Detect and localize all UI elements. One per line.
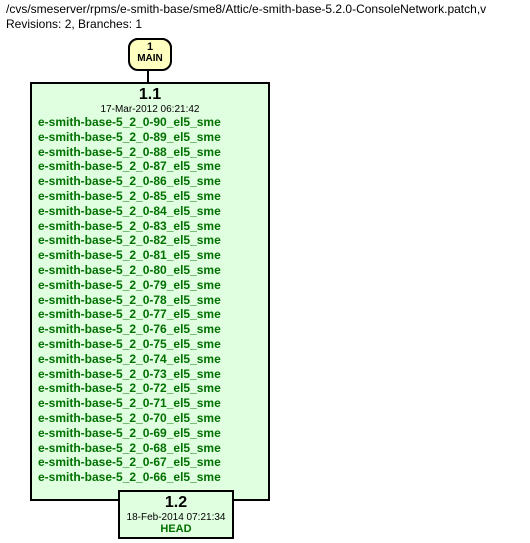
repo-path: /cvs/smeserver/rpms/e-smith-base/sme8/At… — [6, 2, 486, 16]
tag-item: e-smith-base-5_2_0-70_el5_sme — [38, 411, 262, 426]
tag-item: e-smith-base-5_2_0-86_el5_sme — [38, 174, 262, 189]
tag-item: e-smith-base-5_2_0-66_el5_sme — [38, 470, 262, 485]
tag-item: e-smith-base-5_2_0-80_el5_sme — [38, 263, 262, 278]
branch-name: MAIN — [130, 53, 170, 65]
tag-item: e-smith-base-5_2_0-85_el5_sme — [38, 189, 262, 204]
tag-item: e-smith-base-5_2_0-74_el5_sme — [38, 352, 262, 367]
tag-item: e-smith-base-5_2_0-67_el5_sme — [38, 455, 262, 470]
tag-item: e-smith-base-5_2_0-79_el5_sme — [38, 278, 262, 293]
tag-item: e-smith-base-5_2_0-76_el5_sme — [38, 322, 262, 337]
tag-item: e-smith-base-5_2_0-69_el5_sme — [38, 426, 262, 441]
revision-date: 17-Mar-2012 06:21:42 — [38, 104, 262, 115]
tag-list: e-smith-base-5_2_0-90_el5_smee-smith-bas… — [38, 115, 262, 485]
tag-item: e-smith-base-5_2_0-83_el5_sme — [38, 219, 262, 234]
tag-item: e-smith-base-5_2_0-89_el5_sme — [38, 130, 262, 145]
branch-node-main[interactable]: 1 MAIN — [128, 38, 172, 71]
tag-item: e-smith-base-5_2_0-81_el5_sme — [38, 248, 262, 263]
revision-date: 18-Feb-2014 07:21:34 — [122, 512, 230, 523]
branch-number: 1 — [130, 41, 170, 53]
revision-number: 1.1 — [38, 86, 262, 104]
revisions-summary: Revisions: 2, Branches: 1 — [6, 17, 142, 31]
tag-item: e-smith-base-5_2_0-78_el5_sme — [38, 293, 262, 308]
revision-node-1-2[interactable]: 1.2 18-Feb-2014 07:21:34 HEAD — [118, 490, 234, 539]
head-label: HEAD — [122, 523, 230, 535]
tag-item: e-smith-base-5_2_0-90_el5_sme — [38, 115, 262, 130]
tag-item: e-smith-base-5_2_0-68_el5_sme — [38, 441, 262, 456]
graph-canvas: /cvs/smeserver/rpms/e-smith-base/sme8/At… — [0, 0, 530, 543]
tag-item: e-smith-base-5_2_0-84_el5_sme — [38, 204, 262, 219]
tag-item: e-smith-base-5_2_0-75_el5_sme — [38, 337, 262, 352]
tag-item: e-smith-base-5_2_0-87_el5_sme — [38, 159, 262, 174]
tag-item: e-smith-base-5_2_0-88_el5_sme — [38, 145, 262, 160]
tag-item: e-smith-base-5_2_0-72_el5_sme — [38, 381, 262, 396]
revision-number: 1.2 — [122, 494, 230, 512]
revision-node-1-1[interactable]: 1.1 17-Mar-2012 06:21:42 e-smith-base-5_… — [30, 82, 270, 501]
tag-item: e-smith-base-5_2_0-73_el5_sme — [38, 367, 262, 382]
tag-item: e-smith-base-5_2_0-71_el5_sme — [38, 396, 262, 411]
tag-item: e-smith-base-5_2_0-77_el5_sme — [38, 307, 262, 322]
tag-item: e-smith-base-5_2_0-82_el5_sme — [38, 233, 262, 248]
